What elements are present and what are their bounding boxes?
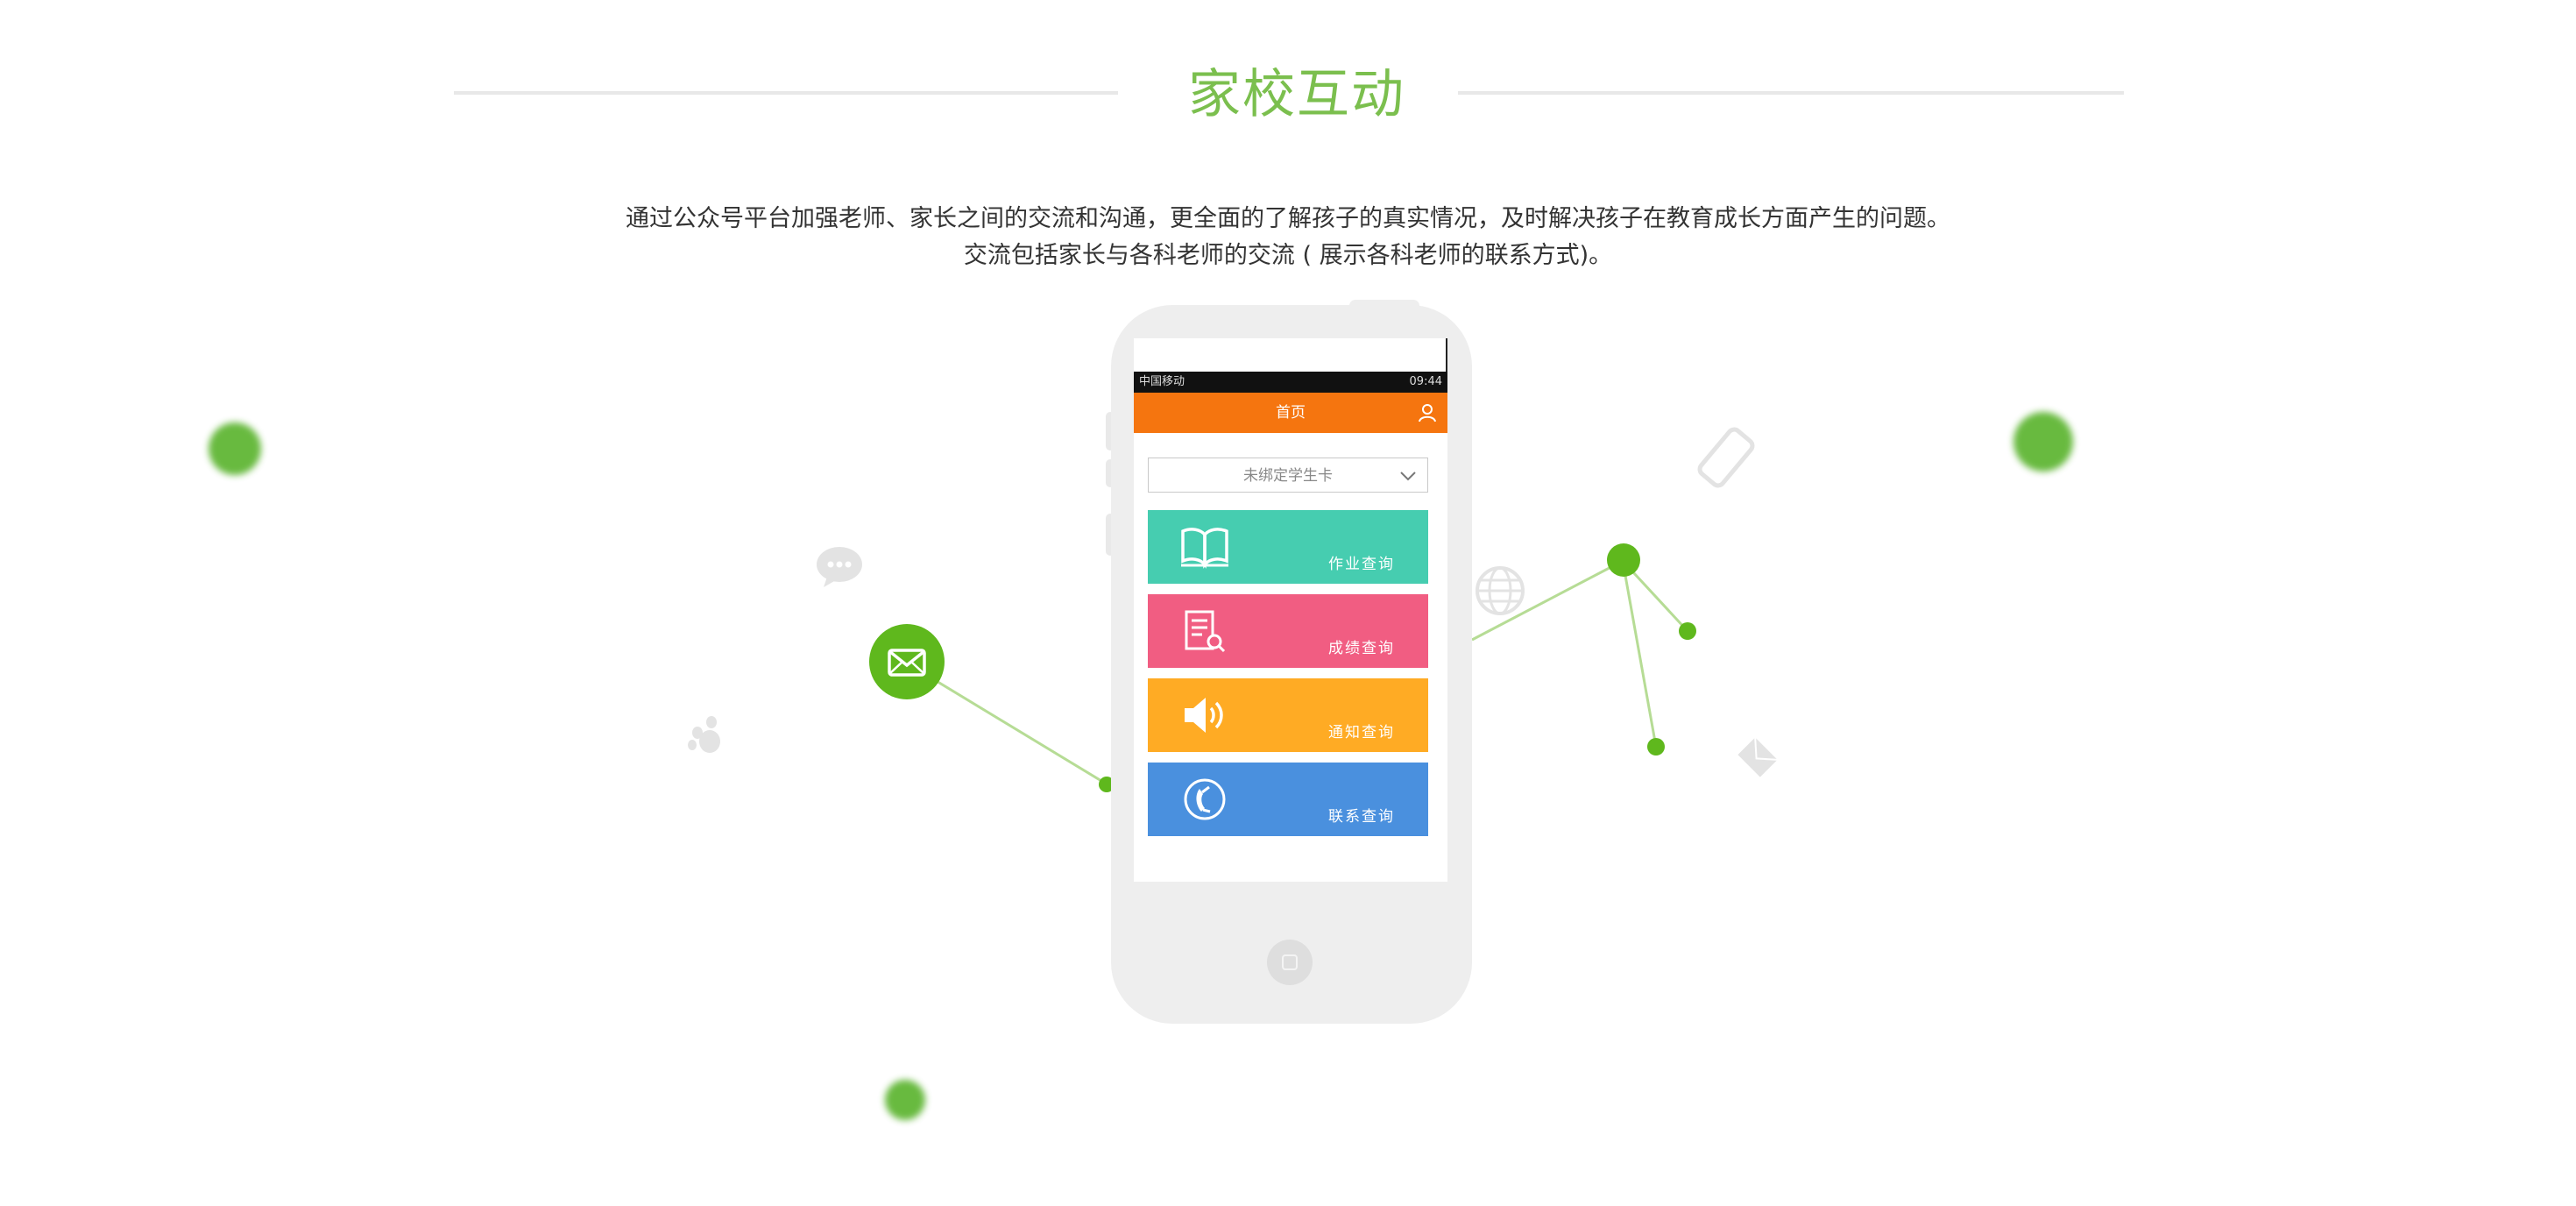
screen-top-area [1134,338,1447,372]
chat-bubble-icon [817,547,862,587]
node-dot [1647,738,1665,756]
node-dot-large [1607,543,1640,577]
header-title: 首页 [1276,404,1306,422]
phone-icon [1184,778,1226,820]
globe-icon [1476,566,1525,615]
tile-homework-query[interactable]: 作业查询 [1148,510,1428,584]
tile-label: 作业查询 [1328,556,1395,573]
speaker-icon [1185,698,1223,733]
mobile-icon [1697,427,1755,488]
tile-label: 联系查询 [1328,808,1395,826]
student-card-select[interactable]: 未绑定学生卡 [1148,458,1428,493]
tile-label: 通知查询 [1328,724,1395,741]
screen-edge-line [1446,338,1447,372]
chevron-down-icon [1400,472,1416,481]
node-dot [1679,622,1696,640]
tile-grade-query[interactable]: 成绩查询 [1148,594,1428,668]
book-icon [1181,528,1228,569]
tile-contact-query[interactable]: 联系查询 [1148,763,1428,836]
phone-home-button[interactable] [1267,940,1313,985]
carrier-label: 中国移动 [1139,375,1185,388]
status-time: 09:44 [1409,375,1442,388]
envelope-icon [888,649,926,677]
tile-notice-query[interactable]: 通知查询 [1148,678,1428,752]
paw-icon [688,716,720,753]
select-value: 未绑定学生卡 [1243,467,1333,485]
phone-screen: 中国移动 09:44 首页 未绑定学生卡 作业查询 成绩查询 通知查询 联系查询 [1134,338,1447,882]
user-icon[interactable] [1418,403,1437,422]
report-search-icon [1185,610,1226,653]
home-square-icon [1282,954,1298,970]
app-header: 首页 [1134,393,1447,433]
status-bar: 中国移动 09:44 [1134,372,1447,393]
mail-node [869,624,945,699]
tile-label: 成绩查询 [1328,640,1395,657]
letter-icon [1737,737,1778,777]
